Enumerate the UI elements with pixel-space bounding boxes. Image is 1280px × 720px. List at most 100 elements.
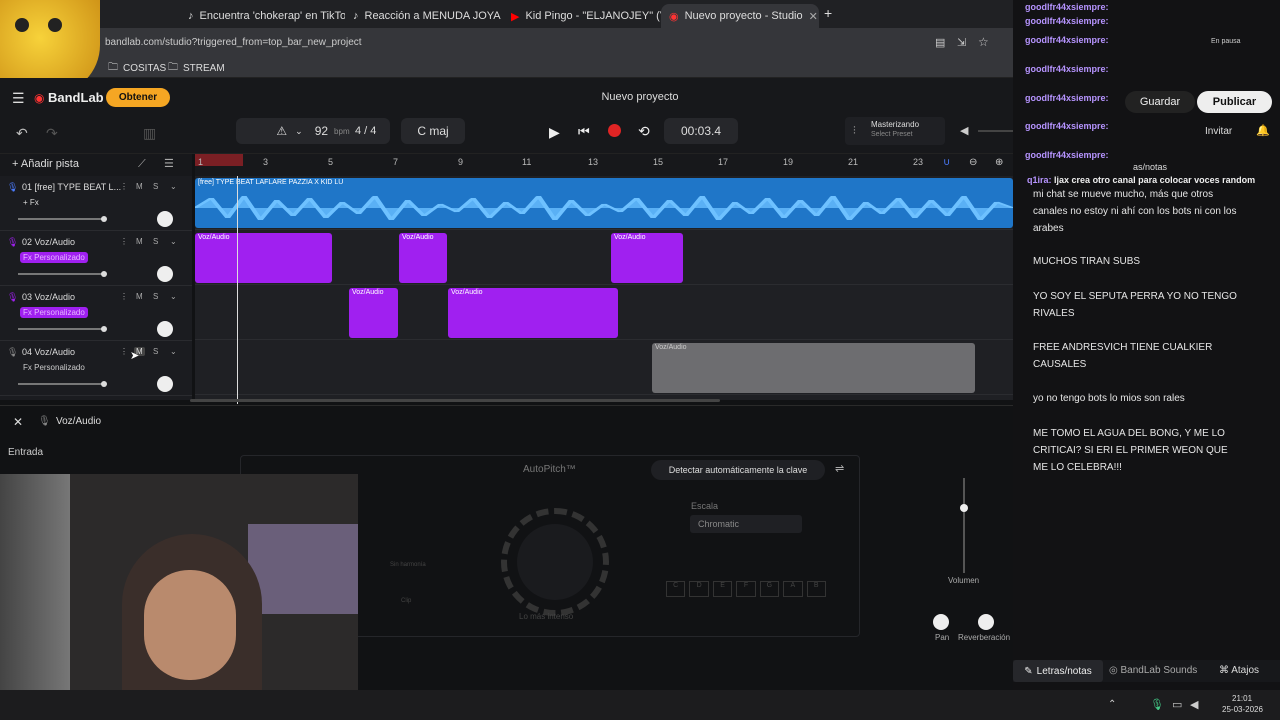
clock-time[interactable]: 21:01	[1232, 694, 1252, 703]
shortcuts-button[interactable]: ⌘ Atajos	[1219, 665, 1259, 676]
horizontal-scrollbar[interactable]	[190, 399, 720, 402]
detect-key-button[interactable]: Detectar automáticamente la clave	[651, 460, 825, 480]
note-key[interactable]: E	[712, 581, 733, 597]
more-icon[interactable]: ⋮	[120, 347, 128, 356]
playhead[interactable]	[237, 176, 238, 404]
note-key[interactable]: B	[806, 581, 826, 597]
zoom-in-icon[interactable]: ⊕	[995, 157, 1003, 168]
fx-button[interactable]: + Fx	[20, 197, 42, 208]
mute-button[interactable]: M	[136, 292, 143, 301]
metronome-icon[interactable]: ⚠	[276, 124, 287, 138]
browser-tab[interactable]: ▶ Kid Pingo - "ELJANOJEY" (VÍDE ✕	[503, 4, 661, 28]
more-icon[interactable]: ⋮	[120, 237, 128, 246]
track-volume-slider[interactable]	[18, 328, 106, 330]
mic-tray-icon[interactable]: 🎙	[1150, 698, 1164, 711]
redo-icon[interactable]: ↷	[46, 125, 58, 142]
audio-clip-muted[interactable]: Voz/Audio	[652, 343, 975, 393]
track-header[interactable]: 🎙 02 Voz/Audio ⋮ M S ⌄ Fx Personalizado	[0, 231, 192, 286]
menu-icon[interactable]: ☰	[12, 90, 25, 107]
play-button[interactable]: ▶	[549, 124, 560, 141]
audio-clip[interactable]: Voz/Audio	[611, 233, 683, 283]
bookmark-folder[interactable]: 🗀 COSITAS	[108, 60, 166, 77]
fx-button[interactable]: Fx Personalizado	[20, 307, 88, 318]
time-signature[interactable]: 4 / 4	[355, 125, 376, 137]
track-name[interactable]: 03 Voz/Audio	[22, 292, 75, 302]
close-tab-icon[interactable]: ✕	[809, 10, 818, 23]
solo-button[interactable]: S	[153, 292, 158, 301]
note-key[interactable]: A	[783, 581, 803, 597]
lyrics-notes-button[interactable]: ✎ Letras/notas	[1013, 660, 1103, 682]
volume-handle[interactable]	[101, 216, 107, 222]
audio-clip[interactable]: Voz/Audio	[349, 288, 398, 338]
track-lane[interactable]: Voz/Audio	[195, 341, 1013, 395]
note-key[interactable]: F	[736, 581, 756, 597]
chevron-down-icon[interactable]: ⌄	[295, 126, 303, 137]
bookmark-star-icon[interactable]: ☆	[978, 35, 989, 49]
audio-clip[interactable]: Voz/Audio	[399, 233, 447, 283]
track-header[interactable]: 🎙 01 [free] TYPE BEAT L... ⋮ M S ⌄ + Fx	[0, 176, 192, 231]
solo-button[interactable]: S	[153, 237, 158, 246]
more-icon[interactable]: ⋮	[120, 292, 128, 301]
chevron-down-icon[interactable]: ⌄	[170, 182, 177, 191]
key-selector[interactable]: C maj	[401, 118, 465, 144]
rewind-button[interactable]: ⏮	[578, 124, 590, 140]
scale-dropdown[interactable]: Chromatic	[690, 515, 802, 533]
solo-button[interactable]: S	[153, 182, 158, 191]
record-button[interactable]	[608, 124, 621, 137]
track-name[interactable]: 04 Voz/Audio	[22, 347, 75, 357]
volume-fader[interactable]	[963, 478, 965, 573]
audio-clip[interactable]: Voz/Audio	[195, 233, 332, 283]
guardar-button[interactable]: Guardar	[1125, 91, 1195, 113]
chevron-down-icon[interactable]: ⌄	[170, 237, 177, 246]
clock-date[interactable]: 25-03-2026	[1222, 705, 1263, 714]
pan-knob[interactable]	[157, 376, 173, 392]
pan-knob[interactable]	[157, 321, 173, 337]
volume-handle[interactable]	[101, 381, 107, 387]
settings-icon[interactable]: ☰	[164, 157, 174, 170]
reverb-knob[interactable]	[978, 614, 994, 630]
master-volume-slider[interactable]	[978, 130, 1018, 132]
volume-handle[interactable]	[101, 271, 107, 277]
bookmark-folder[interactable]: 🗀 STREAM	[168, 60, 225, 77]
network-icon[interactable]: ▭	[1172, 698, 1182, 711]
mastering-button[interactable]: ⫶ Masterizando Select Preset	[845, 117, 945, 145]
solo-button[interactable]: S	[153, 347, 158, 356]
note-key[interactable]: D	[689, 581, 709, 597]
bpm-value[interactable]: 92	[315, 124, 328, 138]
bandlab-sounds-button[interactable]: ◎ BandLab Sounds	[1109, 665, 1197, 676]
undo-icon[interactable]: ↶	[16, 125, 28, 142]
settings-sliders-icon[interactable]: ⇌	[835, 462, 844, 475]
pan-knob[interactable]	[157, 266, 173, 282]
browser-tab[interactable]: ♪ Reacción a MENUDA JOYA DYS ✕	[345, 4, 503, 28]
loop-button[interactable]: ⟲	[638, 123, 650, 140]
track-volume-slider[interactable]	[18, 383, 106, 385]
track-volume-slider[interactable]	[18, 218, 106, 220]
mute-button[interactable]: M	[136, 237, 143, 246]
note-key[interactable]: G	[759, 581, 780, 597]
chevron-down-icon[interactable]: ⌄	[170, 347, 177, 356]
url-text[interactable]: bandlab.com/studio?triggered_from=top_ba…	[105, 37, 362, 48]
track-name[interactable]: 01 [free] TYPE BEAT L...	[22, 182, 121, 192]
mixer-icon[interactable]: ▥	[143, 125, 156, 142]
new-tab-button[interactable]: +	[824, 5, 832, 21]
pan-knob[interactable]	[157, 211, 173, 227]
invitar-button[interactable]: Invitar	[1205, 126, 1232, 137]
browser-tab-active[interactable]: ◉ Nuevo proyecto - Studio ✕	[661, 4, 819, 28]
volume-handle[interactable]	[101, 326, 107, 332]
pitch-knob[interactable]	[501, 508, 609, 616]
track-lane[interactable]: [free] TYPE BEAT LAFLARE PAZZIA X KID LU	[195, 176, 1013, 230]
fx-button[interactable]: Fx Personalizado	[20, 362, 88, 373]
add-track-button[interactable]: + Añadir pista	[12, 158, 79, 170]
notifications-icon[interactable]: 🔔	[1256, 124, 1270, 137]
volume-fader-handle[interactable]	[960, 504, 968, 512]
chevron-down-icon[interactable]: ⌄	[170, 292, 177, 301]
obtener-button[interactable]: Obtener	[106, 88, 170, 107]
track-name[interactable]: 02 Voz/Audio	[22, 237, 75, 247]
tracks-area[interactable]: [free] TYPE BEAT LAFLARE PAZZIA X KID LU…	[195, 176, 1013, 400]
close-panel-icon[interactable]: ✕	[13, 415, 23, 429]
bandlab-logo[interactable]: BandLab	[48, 90, 104, 105]
chevron-up-icon[interactable]: ⌃	[1108, 699, 1116, 710]
project-title[interactable]: Nuevo proyecto	[560, 91, 720, 103]
install-icon[interactable]: ⇲	[957, 36, 966, 49]
publicar-button[interactable]: Publicar	[1197, 91, 1272, 113]
